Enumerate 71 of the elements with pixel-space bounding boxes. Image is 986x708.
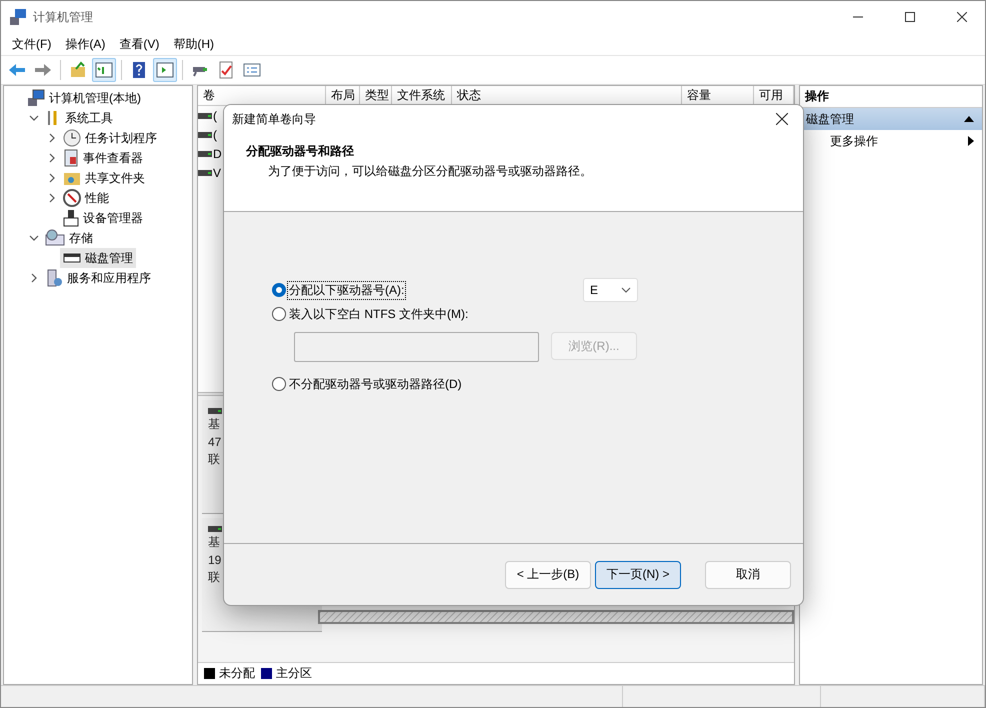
folder-up-icon — [68, 60, 88, 80]
chevron-down-icon — [621, 287, 631, 293]
storage-icon — [45, 229, 65, 247]
maximize-icon — [905, 12, 915, 22]
tree-item[interactable]: 任务计划程序 — [60, 128, 160, 148]
drive-icon — [208, 526, 222, 532]
computer-icon — [27, 89, 45, 107]
page-description: 为了便于访问，可以给磁盘分区分配驱动器号或驱动器路径。 — [268, 163, 593, 180]
expand-chevron-icon[interactable] — [47, 193, 57, 203]
drive-icon — [198, 170, 212, 176]
tree-item[interactable]: 设备管理器 — [60, 208, 146, 228]
volume-name: D — [213, 146, 222, 160]
tree-item[interactable]: 事件查看器 — [60, 148, 146, 168]
submenu-triangle-icon — [968, 136, 974, 146]
tree-item[interactable]: 共享文件夹 — [60, 168, 148, 188]
expand-chevron-icon[interactable] — [29, 273, 39, 283]
wizard-button[interactable]: < 上一步(B) — [505, 560, 591, 588]
tree-item[interactable]: 服务和应用程序 — [42, 268, 154, 288]
dialog-title: 新建简单卷向导 — [232, 110, 316, 128]
disk-info-text: 联 — [208, 569, 221, 586]
device-icon — [63, 209, 79, 227]
close-icon — [776, 113, 788, 125]
drive-letter-dropdown[interactable]: E — [583, 278, 638, 302]
disk-info-text: 19 — [208, 553, 222, 567]
disk-info-text: 基 — [208, 416, 221, 433]
pane-toggle-icon — [155, 60, 175, 80]
drive-icon — [208, 408, 222, 414]
expand-chevron-icon[interactable] — [47, 173, 57, 183]
disk-drive-icon — [63, 251, 81, 265]
event-log-icon — [63, 149, 79, 167]
radio-option[interactable]: 分配以下驱动器号(A): — [272, 282, 406, 298]
expand-chevron-icon[interactable] — [47, 133, 57, 143]
drive-icon — [198, 112, 212, 118]
tree-item[interactable]: 计算机管理(本地) — [24, 88, 144, 108]
server-icon — [45, 269, 63, 287]
menu-item[interactable]: 文件(F) — [5, 36, 58, 52]
collapse-chevron-icon[interactable] — [29, 113, 39, 123]
tree-item[interactable]: 性能 — [60, 188, 112, 208]
collapse-triangle-icon — [964, 115, 974, 123]
volume-name: ( — [213, 128, 217, 142]
collapse-chevron-icon[interactable] — [29, 233, 39, 243]
toolbar-button[interactable] — [92, 58, 116, 82]
wizard-button[interactable]: 取消 — [705, 560, 791, 588]
gauge-icon — [63, 189, 81, 207]
pane-toggle-icon — [94, 60, 114, 80]
volume-name: ( — [213, 108, 217, 122]
toolbar-button[interactable] — [153, 58, 177, 82]
tree-item[interactable]: 存储 — [42, 228, 96, 248]
page-heading: 分配驱动器号和路径 — [246, 143, 355, 160]
app-icon — [9, 8, 27, 26]
drive-icon — [198, 150, 212, 156]
clock-icon — [63, 129, 81, 147]
tree-item[interactable]: 磁盘管理 — [60, 248, 136, 268]
drive-icon — [198, 132, 212, 138]
menu-item[interactable]: 操作(A) — [58, 36, 112, 52]
wizard-button[interactable]: 下一页(N) > — [595, 560, 681, 588]
menu-item[interactable]: 查看(V) — [112, 36, 166, 52]
disk-info-text: 基 — [208, 534, 221, 551]
legend-label: 主分区 — [276, 665, 312, 682]
disk-info-text: 联 — [208, 451, 221, 468]
radio-option[interactable]: 不分配驱动器号或驱动器路径(D) — [272, 376, 463, 392]
tree-item[interactable]: 系统工具 — [42, 108, 116, 128]
legend-label: 未分配 — [219, 665, 255, 682]
volume-name: V — [213, 166, 222, 180]
radio-option[interactable]: 装入以下空白 NTFS 文件夹中(M): — [272, 306, 470, 322]
window-title: 计算机管理 — [33, 8, 94, 26]
action-item[interactable]: 更多操作 — [800, 130, 982, 152]
close-icon — [957, 12, 967, 22]
menu-item[interactable]: 帮助(H) — [166, 36, 221, 52]
expand-chevron-icon[interactable] — [47, 153, 57, 163]
disk-info-text: 47 — [208, 435, 222, 449]
